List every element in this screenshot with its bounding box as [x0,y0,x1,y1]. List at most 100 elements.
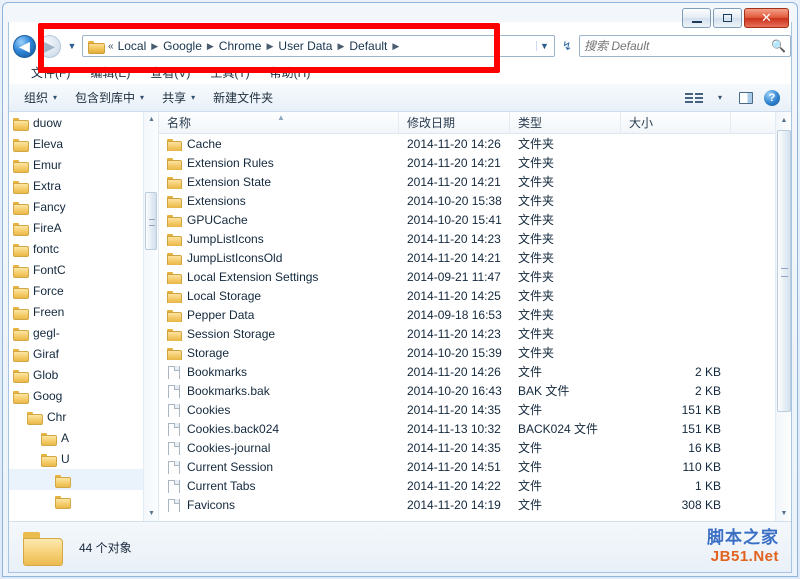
organize-button[interactable]: 组织 ▾ [15,86,66,109]
breadcrumb-item-google[interactable]: Google [160,38,205,54]
menu-view[interactable]: 查看(V) [140,63,200,82]
table-row[interactable]: Pepper Data2014-09-18 16:53文件夹 [159,305,775,324]
list-scrollbar-thumb[interactable] [777,130,791,412]
maximize-button[interactable] [713,8,742,28]
tree-item[interactable]: Eleva [9,133,158,154]
tree-item[interactable]: FireA [9,217,158,238]
close-button[interactable]: ✕ [744,8,789,28]
nav-scroll-down-button[interactable]: ▼ [144,506,159,521]
table-row[interactable]: Extension State2014-11-20 14:21文件夹 [159,172,775,191]
tree-item[interactable] [9,469,158,490]
table-row[interactable]: Session Storage2014-11-20 14:23文件夹 [159,324,775,343]
table-row[interactable]: Extension Rules2014-11-20 14:21文件夹 [159,153,775,172]
list-scroll-down-button[interactable]: ▼ [776,505,791,521]
folder-icon [13,159,28,171]
tree-item[interactable]: Extra [9,175,158,196]
folder-icon [167,328,181,340]
nav-scrollbar-thumb[interactable] [145,192,157,250]
tree-item[interactable]: gegl- [9,322,158,343]
table-row[interactable]: JumpListIconsOld2014-11-20 14:21文件夹 [159,248,775,267]
back-button[interactable]: ◀ [13,35,36,58]
table-row[interactable]: Current Session2014-11-20 14:51文件110 KB [159,457,775,476]
help-button[interactable]: ? [759,90,785,106]
address-bar[interactable]: « Local ▶ Google ▶ Chrome ▶ User Data ▶ … [82,35,555,57]
table-row[interactable]: Cookies2014-11-20 14:35文件151 KB [159,400,775,419]
search-box[interactable]: 🔍 [579,35,791,57]
history-dropdown-button[interactable]: ▼ [66,41,78,51]
cell-name: Bookmarks [159,365,399,379]
table-row[interactable]: Local Storage2014-11-20 14:25文件夹 [159,286,775,305]
folder-icon [13,117,28,129]
list-scroll-up-button[interactable]: ▲ [776,112,791,128]
table-row[interactable]: Current Tabs2014-11-20 14:22文件1 KB [159,476,775,495]
change-view-button[interactable] [681,93,707,103]
title-bar[interactable]: ✕ [3,3,797,30]
share-button[interactable]: 共享 ▾ [153,86,204,109]
tree-item[interactable]: U [9,448,158,469]
table-row[interactable]: JumpListIcons2014-11-20 14:23文件夹 [159,229,775,248]
column-header-date[interactable]: 修改日期 [399,112,510,134]
breadcrumb-item-local[interactable]: Local [115,38,150,54]
cell-type: BACK024 文件 [510,420,621,437]
organize-label: 组织 [24,89,48,106]
tree-item[interactable]: Fancy [9,196,158,217]
address-dropdown-button[interactable]: ▼ [536,41,552,51]
preview-pane-button[interactable] [733,92,759,104]
menu-help[interactable]: 帮助(H) [260,63,321,82]
tree-item[interactable]: FontC [9,259,158,280]
menu-file[interactable]: 文件(F) [21,63,80,82]
breadcrumb-separator-icon[interactable]: ▶ [390,41,401,52]
table-row[interactable]: Favicons2014-11-20 14:19文件308 KB [159,495,775,514]
forward-button[interactable]: ▶ [38,35,61,58]
tree-item[interactable] [9,490,158,511]
file-list-scrollbar[interactable]: ▲ ▼ [775,112,791,521]
breadcrumb-separator-icon[interactable]: ▶ [335,41,346,52]
tree-item[interactable]: Chr [9,406,158,427]
breadcrumb-separator-icon[interactable]: ▶ [264,41,275,52]
breadcrumb-separator-icon[interactable]: ▶ [205,41,216,52]
table-row[interactable]: Bookmarks.bak2014-10-20 16:43BAK 文件2 KB [159,381,775,400]
cell-name: JumpListIcons [159,232,399,246]
file-list-pane[interactable]: 名称 修改日期 类型 大小 ▲ Cache2014-11-20 14:26文件夹… [159,112,791,521]
tree-item[interactable]: A [9,427,158,448]
table-row[interactable]: Storage2014-10-20 15:39文件夹 [159,343,775,362]
search-input[interactable] [584,39,771,53]
menu-edit[interactable]: 编辑(E) [80,63,140,82]
file-name-label: Extensions [187,194,246,208]
table-row[interactable]: Cookies.back0242014-11-13 10:32BACK024 文… [159,419,775,438]
nav-scrollbar[interactable]: ▲ ▼ [143,112,158,521]
cell-name: Current Session [159,460,399,474]
table-row[interactable]: Cache2014-11-20 14:26文件夹 [159,134,775,153]
include-in-library-button[interactable]: 包含到库中 ▾ [66,86,153,109]
breadcrumb-item-chrome[interactable]: Chrome [216,38,265,54]
tree-item[interactable]: Emur [9,154,158,175]
nav-scroll-up-button[interactable]: ▲ [144,112,159,127]
tree-item[interactable]: fontc [9,238,158,259]
breadcrumb-item-user-data[interactable]: User Data [275,38,335,54]
navigation-pane[interactable]: duowElevaEmurExtraFancyFireAfontcFontCFo… [9,112,159,521]
cell-type: 文件 [510,363,621,380]
column-header-type[interactable]: 类型 [510,112,621,134]
help-icon: ? [764,90,780,106]
minimize-button[interactable] [682,8,711,28]
menu-tools[interactable]: 工具(T) [200,63,259,82]
table-row[interactable]: Local Extension Settings2014-09-21 11:47… [159,267,775,286]
tree-item[interactable]: Force [9,280,158,301]
table-row[interactable]: Extensions2014-10-20 15:38文件夹 [159,191,775,210]
refresh-button[interactable]: ↯ [557,35,577,57]
breadcrumb-overflow-icon[interactable]: « [107,41,115,52]
new-folder-button[interactable]: 新建文件夹 [204,86,282,109]
breadcrumb-item-default[interactable]: Default [346,38,390,54]
tree-item[interactable]: Goog [9,385,158,406]
column-header-size[interactable]: 大小 [621,112,731,134]
table-row[interactable]: Bookmarks2014-11-20 14:26文件2 KB [159,362,775,381]
table-row[interactable]: GPUCache2014-10-20 15:41文件夹 [159,210,775,229]
chevron-down-icon: ▾ [191,93,195,102]
tree-item[interactable]: Giraf [9,343,158,364]
tree-item[interactable]: Glob [9,364,158,385]
view-dropdown-button[interactable]: ▾ [707,93,733,102]
tree-item[interactable]: Freen [9,301,158,322]
tree-item[interactable]: duow [9,112,158,133]
table-row[interactable]: Cookies-journal2014-11-20 14:35文件16 KB [159,438,775,457]
breadcrumb-separator-icon[interactable]: ▶ [149,41,160,52]
